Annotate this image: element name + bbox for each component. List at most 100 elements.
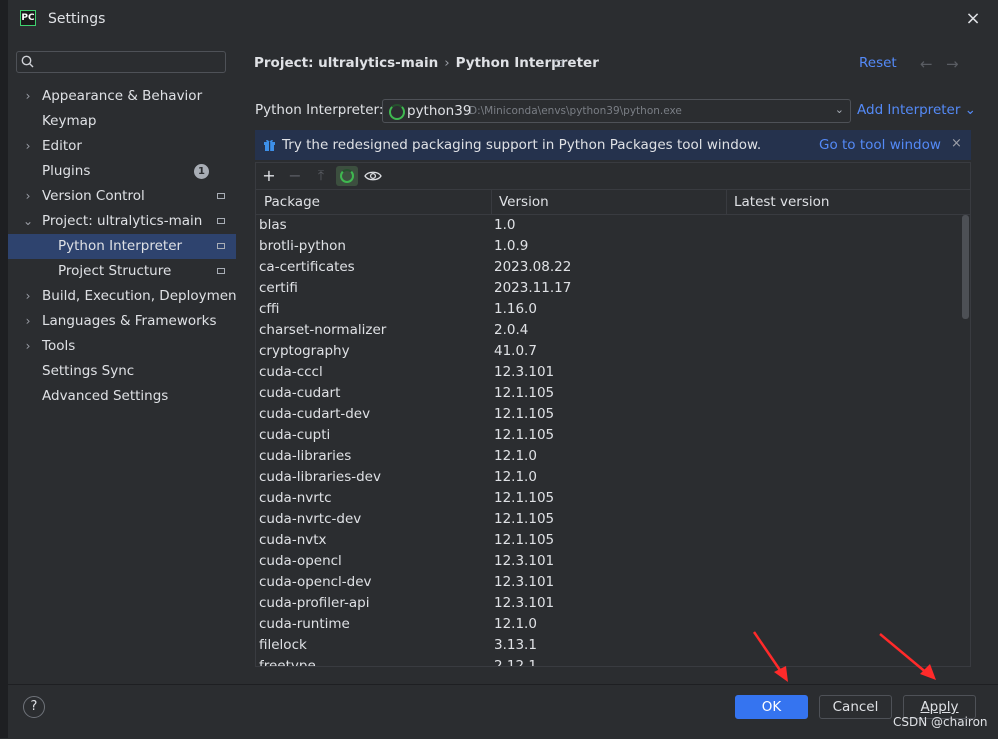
cancel-button[interactable]: Cancel — [819, 695, 892, 719]
table-row[interactable]: cuda-cudart 12.1.105 — [256, 383, 961, 404]
package-name: ca-certificates — [259, 259, 355, 275]
minus-icon[interactable]: − — [285, 166, 305, 186]
settings-search[interactable] — [16, 51, 226, 73]
table-row[interactable]: cryptography 41.0.7 — [256, 341, 961, 362]
table-scrollbar[interactable] — [962, 215, 969, 319]
package-name: cuda-cudart — [259, 385, 341, 401]
package-name: filelock — [259, 637, 307, 653]
package-version: 12.1.0 — [494, 616, 537, 632]
background-ide-strip — [0, 0, 8, 738]
sidebar-item-build-execution-deployment[interactable]: › Build, Execution, Deployment — [8, 284, 242, 309]
interpreter-dropdown[interactable]: python39 D:\Miniconda\envs\python39\pyth… — [382, 99, 851, 123]
package-name: blas — [259, 217, 287, 233]
table-row[interactable]: certifi 2023.11.17 — [256, 278, 961, 299]
table-row[interactable]: cuda-cudart-dev 12.1.105 — [256, 404, 961, 425]
apply-label: Apply — [920, 699, 959, 715]
loading-spinner-icon — [389, 104, 405, 120]
table-row[interactable]: cuda-opencl-dev 12.3.101 — [256, 572, 961, 593]
project-level-icon — [217, 243, 225, 249]
package-version: 12.3.101 — [494, 595, 555, 611]
project-level-icon — [217, 268, 225, 274]
package-name: cuda-profiler-api — [259, 595, 370, 611]
table-row[interactable]: blas 1.0 — [256, 215, 961, 236]
chevron-right-icon: › — [25, 339, 31, 353]
sidebar-item-languages-frameworks[interactable]: › Languages & Frameworks — [8, 309, 236, 334]
sidebar-item-advanced-settings[interactable]: Advanced Settings — [8, 384, 236, 409]
breadcrumb-separator: › — [444, 55, 450, 71]
table-row[interactable]: cffi 1.16.0 — [256, 299, 961, 320]
sidebar-item-label: Tools — [42, 338, 76, 354]
eye-icon[interactable] — [363, 168, 383, 184]
table-row[interactable]: cuda-opencl 12.3.101 — [256, 551, 961, 572]
sidebar-item-version-control[interactable]: › Version Control — [8, 184, 236, 209]
sidebar-item-tools[interactable]: › Tools — [8, 334, 236, 359]
sidebar-item-editor[interactable]: › Editor — [8, 134, 236, 159]
package-version: 12.1.105 — [494, 385, 555, 401]
table-row[interactable]: cuda-cccl 12.3.101 — [256, 362, 961, 383]
sidebar-item-keymap[interactable]: Keymap — [8, 109, 236, 134]
table-row[interactable]: cuda-nvrtc 12.1.105 — [256, 488, 961, 509]
package-name: cuda-nvtx — [259, 532, 327, 548]
package-version: 12.1.0 — [494, 448, 537, 464]
chevron-down-icon: ⌄ — [22, 214, 34, 228]
package-version: 41.0.7 — [494, 343, 537, 359]
package-version: 2023.11.17 — [494, 280, 572, 296]
ok-button[interactable]: OK — [735, 695, 808, 719]
sidebar-item-python-interpreter[interactable]: Python Interpreter — [8, 234, 236, 259]
package-version: 12.1.105 — [494, 490, 555, 506]
sidebar-item-project[interactable]: ⌄ Project: ultralytics-main — [8, 209, 236, 234]
package-version: 2.0.4 — [494, 322, 529, 338]
column-header-version[interactable]: Version — [499, 194, 549, 210]
red-arrow-icon — [879, 633, 936, 680]
column-header-latest-version[interactable]: Latest version — [734, 194, 829, 210]
back-arrow-icon[interactable]: ← — [920, 55, 933, 73]
package-name: cuda-nvrtc — [259, 490, 332, 506]
refresh-button[interactable] — [336, 166, 358, 186]
search-input[interactable] — [43, 54, 225, 72]
breadcrumb: Project: ultralytics-main › Python Interpr… — [254, 55, 599, 71]
package-name: charset-normalizer — [259, 322, 387, 338]
package-name: cuda-opencl-dev — [259, 574, 372, 590]
add-interpreter-link[interactable]: Add Interpreter ⌄ — [857, 102, 976, 118]
table-row[interactable]: cuda-profiler-api 12.3.101 — [256, 593, 961, 614]
sidebar-item-label: Advanced Settings — [42, 388, 169, 404]
table-row[interactable]: cuda-nvtx 12.1.105 — [256, 530, 961, 551]
add-icon[interactable]: + — [259, 166, 279, 186]
upgrade-icon[interactable]: ⤒ — [311, 166, 331, 186]
package-name: cuda-cccl — [259, 364, 323, 380]
sidebar-item-label: Languages & Frameworks — [42, 313, 217, 329]
interpreter-name: python39 — [407, 103, 472, 119]
package-name: cffi — [259, 301, 280, 317]
go-to-tool-window-link[interactable]: Go to tool window — [819, 137, 941, 153]
package-name: cuda-libraries — [259, 448, 352, 464]
package-version: 12.3.101 — [494, 364, 555, 380]
table-row[interactable]: cuda-libraries-dev 12.1.0 — [256, 467, 961, 488]
table-row[interactable]: brotli-python 1.0.9 — [256, 236, 961, 257]
packaging-banner: Try the redesigned packaging support in … — [255, 130, 971, 160]
table-row[interactable]: cuda-libraries 12.1.0 — [256, 446, 961, 467]
table-row[interactable]: cuda-nvrtc-dev 12.1.105 — [256, 509, 961, 530]
sidebar-item-label: Editor — [42, 138, 82, 154]
forward-arrow-icon[interactable]: → — [946, 55, 959, 73]
table-row[interactable]: charset-normalizer 2.0.4 — [256, 320, 961, 341]
updates-badge: 1 — [194, 164, 209, 179]
window-title: Settings — [48, 11, 106, 27]
column-divider — [491, 190, 492, 214]
help-button[interactable]: ? — [23, 696, 45, 718]
package-name: cuda-runtime — [259, 616, 350, 632]
project-level-icon — [217, 218, 225, 224]
reset-link[interactable]: Reset — [859, 55, 897, 71]
table-row[interactable]: ca-certificates 2023.08.22 — [256, 257, 961, 278]
sidebar-item-label: Project Structure — [58, 263, 172, 279]
sidebar-item-appearance-behavior[interactable]: › Appearance & Behavior — [8, 84, 236, 109]
sidebar-item-plugins[interactable]: Plugins 1 — [8, 159, 236, 184]
close-icon[interactable]: × — [951, 136, 962, 151]
sidebar-item-settings-sync[interactable]: Settings Sync — [8, 359, 236, 384]
column-header-package[interactable]: Package — [264, 194, 320, 210]
sidebar-item-label: Appearance & Behavior — [42, 88, 203, 104]
sidebar-item-project-structure[interactable]: Project Structure — [8, 259, 236, 284]
packages-table-body: blas 1.0 brotli-python 1.0.9 ca-certificates… — [256, 215, 961, 666]
close-icon[interactable]: × — [962, 8, 984, 30]
chevron-right-icon: › — [25, 89, 31, 103]
table-row[interactable]: cuda-cupti 12.1.105 — [256, 425, 961, 446]
